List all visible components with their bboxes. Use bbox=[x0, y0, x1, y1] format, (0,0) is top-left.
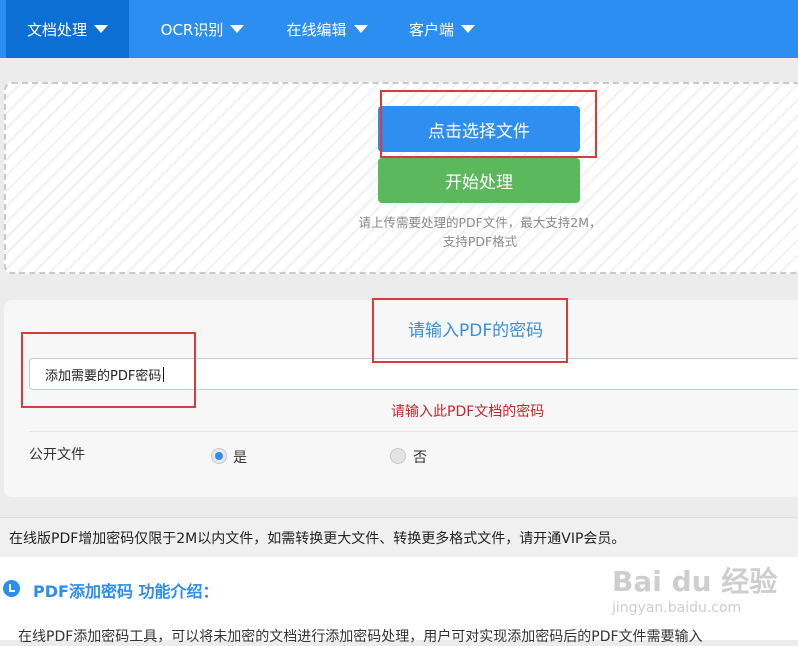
chevron-down-icon bbox=[230, 25, 245, 33]
intro-body: 在线PDF添加密码工具，可以将未加密的文档进行添加密码处理，用户可对实现添加密码… bbox=[18, 629, 703, 645]
public-yes-label[interactable]: 是 bbox=[233, 447, 247, 467]
divider bbox=[29, 431, 798, 432]
upload-hint-line1: 请上传需要处理的PDF文件，最大支持2M， bbox=[358, 215, 602, 230]
nav-item-client[interactable]: 客户端 bbox=[396, 0, 488, 58]
annotation-box-title bbox=[372, 298, 568, 363]
vip-notice: 在线版PDF增加密码仅限于2M以内文件，如需转换更大文件、转换更多格式文件，请开… bbox=[0, 517, 798, 557]
nav-item-document[interactable]: 文档处理 bbox=[6, 0, 129, 58]
upload-hint-line2: 支持PDF格式 bbox=[442, 234, 518, 249]
check-circle-icon bbox=[3, 580, 20, 597]
annotation-box-choose bbox=[380, 90, 597, 158]
public-file-label: 公开文件 bbox=[29, 447, 85, 463]
start-process-button[interactable]: 开始处理 bbox=[378, 158, 580, 203]
public-yes-radio[interactable] bbox=[211, 448, 227, 464]
intro-title: PDF添加密码 功能介绍： bbox=[33, 582, 219, 601]
nav-label: 文档处理 bbox=[26, 20, 87, 39]
annotation-box-input bbox=[21, 332, 196, 408]
nav-label: 在线编辑 bbox=[286, 20, 347, 39]
nav-label: 客户端 bbox=[408, 20, 454, 39]
upload-hint: 请上传需要处理的PDF文件，最大支持2M， 支持PDF格式 bbox=[330, 213, 630, 251]
password-error: 请输入此PDF文档的密码 bbox=[391, 404, 545, 420]
nav-label: OCR识别 bbox=[160, 20, 224, 39]
nav-item-online-edit[interactable]: 在线编辑 bbox=[272, 0, 382, 58]
top-nav: 文档处理 OCR识别 在线编辑 客户端 bbox=[0, 0, 798, 58]
public-no-radio[interactable] bbox=[390, 448, 406, 464]
chevron-down-icon bbox=[353, 25, 368, 33]
nav-item-ocr[interactable]: OCR识别 bbox=[145, 0, 260, 58]
chevron-down-icon bbox=[94, 25, 108, 33]
chevron-down-icon bbox=[461, 25, 475, 33]
public-no-label[interactable]: 否 bbox=[413, 447, 427, 467]
